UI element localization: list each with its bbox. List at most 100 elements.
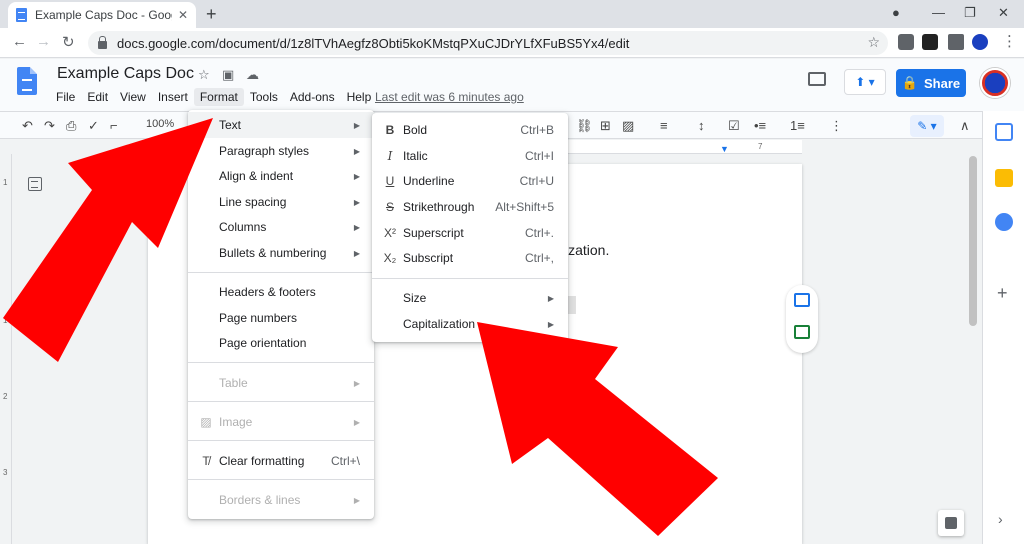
restore-icon[interactable]: ❐ — [964, 5, 976, 21]
profile-menu-icon[interactable]: ● — [892, 5, 900, 20]
extension-icon[interactable] — [922, 34, 938, 50]
menu-format[interactable]: Format — [193, 88, 244, 106]
ruler-mark: 2 — [3, 392, 8, 401]
document-title[interactable]: Example Caps Doc — [57, 65, 194, 83]
underline-icon: U — [385, 174, 395, 188]
menu-help[interactable]: Help — [341, 88, 378, 106]
lock-icon — [98, 35, 107, 49]
format-menu-text[interactable]: Text ▶ — [188, 112, 374, 138]
collapse-menus-icon[interactable]: ∧ — [960, 118, 970, 134]
submenu-arrow-icon: ▶ — [547, 293, 554, 303]
scrollbar-thumb[interactable] — [969, 156, 977, 326]
format-menu-headers-footers[interactable]: Headers & footers — [188, 279, 374, 305]
menu-file[interactable]: File — [50, 88, 81, 106]
move-folder-icon[interactable]: ▣ — [222, 67, 234, 83]
cloud-status-icon[interactable]: ☁ — [246, 67, 259, 83]
format-menu-borders-lines[interactable]: Borders & lines ▶ — [188, 487, 374, 513]
document-body-text[interactable]: ization. — [565, 242, 609, 258]
explore-icon[interactable] — [938, 510, 964, 536]
url-field[interactable]: docs.google.com/document/d/1z8lTVhAegfz8… — [88, 31, 888, 55]
align-icon[interactable]: ≡ — [660, 118, 668, 133]
share-button[interactable]: 🔒 Share — [896, 69, 966, 97]
insert-image-icon[interactable]: ▨ — [622, 118, 634, 134]
profile-avatar-icon[interactable] — [972, 34, 988, 50]
subscript-icon: X₂ — [383, 251, 397, 265]
menu-item-label: Bold — [403, 123, 428, 137]
zoom-select[interactable]: 100% — [146, 118, 174, 130]
menu-edit[interactable]: Edit — [81, 88, 114, 106]
keep-icon[interactable] — [995, 169, 1013, 187]
menu-divider — [188, 401, 374, 402]
text-menu-size[interactable]: Size ▶ — [372, 285, 568, 311]
back-icon[interactable]: ← — [12, 33, 27, 50]
add-comment-icon[interactable] — [794, 293, 810, 307]
spellcheck-icon[interactable]: ✓ — [88, 118, 99, 134]
avatar[interactable] — [980, 68, 1010, 98]
format-menu-image[interactable]: ▨ Image ▶ — [188, 409, 374, 435]
text-menu-strikethrough[interactable]: S Strikethrough Alt+Shift+5 — [372, 194, 568, 220]
ruler-mark: 1 — [3, 178, 8, 187]
editing-mode-button[interactable]: ✎ ▾ — [910, 115, 944, 137]
indent-marker-icon[interactable]: ▼ — [720, 144, 729, 154]
undo-icon[interactable]: ↶ — [22, 118, 33, 134]
line-spacing-icon[interactable]: ↕ — [698, 118, 705, 133]
more-vert-icon[interactable]: ⋮ — [1002, 32, 1017, 50]
bulleted-list-icon[interactable]: •≡ — [754, 118, 766, 133]
close-icon[interactable]: ✕ — [178, 8, 188, 22]
forward-icon[interactable]: → — [36, 33, 51, 50]
extensions-puzzle-icon[interactable] — [948, 34, 964, 50]
menu-item-label: Capitalization — [403, 317, 476, 331]
menu-insert[interactable]: Insert — [152, 88, 194, 106]
menu-view[interactable]: View — [114, 88, 152, 106]
paint-format-icon[interactable]: ⌐ — [110, 118, 118, 133]
text-menu-italic[interactable]: I Italic Ctrl+I — [372, 143, 568, 169]
browser-tab[interactable]: Example Caps Doc - Google Docs ✕ — [8, 2, 196, 28]
format-menu-table[interactable]: Table ▶ — [188, 370, 374, 396]
last-edit-link[interactable]: Last edit was 6 minutes ago — [375, 90, 524, 104]
numbered-list-icon[interactable]: 1≡ — [790, 118, 805, 133]
format-menu-bullets-numbering[interactable]: Bullets & numbering ▶ — [188, 240, 374, 266]
format-menu-clear-formatting[interactable]: T̸ Clear formatting Ctrl+\ — [188, 448, 374, 474]
text-menu-capitalization[interactable]: Capitalization ▶ — [372, 311, 568, 337]
star-icon[interactable]: ☆ — [198, 67, 210, 83]
document-outline-icon[interactable] — [28, 177, 42, 191]
suggest-edits-icon[interactable] — [794, 325, 810, 339]
extension-icon[interactable] — [898, 34, 914, 50]
add-comment-icon[interactable]: ⊞ — [600, 118, 611, 134]
browser-tab-bar: Example Caps Doc - Google Docs ✕ + ● — ❐… — [0, 0, 1024, 28]
format-menu-line-spacing[interactable]: Line spacing ▶ — [188, 189, 374, 215]
bookmark-star-icon[interactable]: ☆ — [867, 34, 880, 51]
tasks-icon[interactable] — [995, 213, 1013, 231]
format-menu-page-numbers[interactable]: Page numbers — [188, 305, 374, 331]
calendar-icon[interactable] — [995, 123, 1013, 141]
checklist-icon[interactable]: ☑ — [728, 118, 740, 134]
chevron-right-icon[interactable]: › — [998, 511, 1003, 527]
present-button[interactable]: ⬆ ▾ — [844, 69, 886, 95]
minimize-icon[interactable]: — — [932, 5, 945, 20]
docs-logo-icon[interactable] — [17, 67, 37, 95]
window-close-icon[interactable]: ✕ — [998, 5, 1009, 21]
redo-icon[interactable]: ↷ — [44, 118, 55, 134]
text-menu-subscript[interactable]: X₂ Subscript Ctrl+, — [372, 245, 568, 271]
format-menu-columns[interactable]: Columns ▶ — [188, 214, 374, 240]
add-addon-icon[interactable]: + — [997, 283, 1008, 304]
comment-history-icon[interactable] — [808, 72, 826, 86]
text-menu-bold[interactable]: B Bold Ctrl+B — [372, 117, 568, 143]
print-icon[interactable]: ⎙ — [66, 118, 76, 134]
menu-item-label: Bullets & numbering — [219, 246, 327, 260]
new-tab-icon[interactable]: + — [206, 4, 217, 25]
format-menu-paragraph-styles[interactable]: Paragraph styles ▶ — [188, 138, 374, 164]
format-menu-page-orientation[interactable]: Page orientation — [188, 330, 374, 356]
text-menu-superscript[interactable]: X² Superscript Ctrl+. — [372, 220, 568, 246]
text-menu-underline[interactable]: U Underline Ctrl+U — [372, 168, 568, 194]
ruler-mark: 1 — [148, 142, 153, 151]
menu-item-label: Strikethrough — [403, 200, 475, 214]
menu-addons[interactable]: Add-ons — [284, 88, 341, 106]
format-menu-align-indent[interactable]: Align & indent ▶ — [188, 163, 374, 189]
menu-shortcut: Ctrl+I — [524, 149, 554, 163]
more-icon[interactable]: ⋮ — [830, 118, 843, 134]
scrollbar[interactable] — [966, 154, 980, 544]
link-icon[interactable]: ⛓ — [576, 118, 593, 134]
menu-tools[interactable]: Tools — [244, 88, 284, 106]
reload-icon[interactable]: ↻ — [62, 33, 75, 51]
